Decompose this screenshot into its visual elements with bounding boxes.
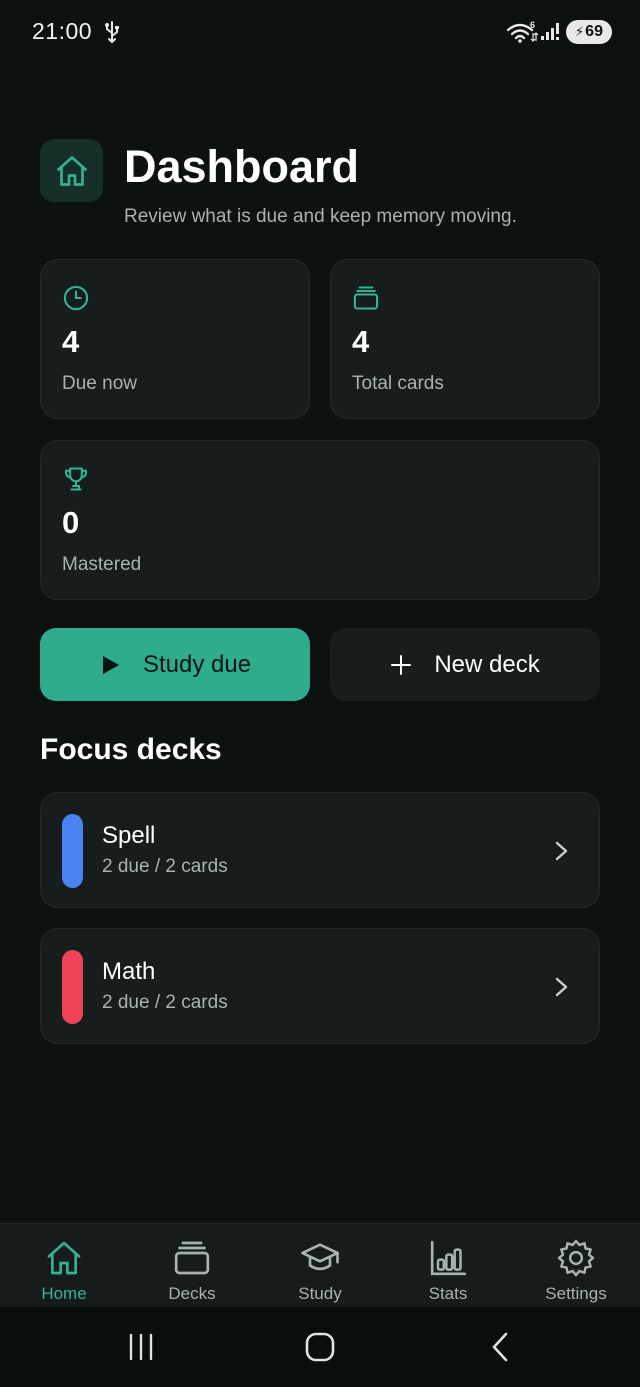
bar-chart-icon <box>430 1240 466 1276</box>
stat-label: Mastered <box>62 554 142 575</box>
stat-label: Total cards <box>352 373 444 394</box>
page-subtitle: Review what is due and keep memory movin… <box>124 206 517 227</box>
stat-value: 4 <box>62 324 80 359</box>
nav-item-home[interactable]: Home <box>0 1224 128 1308</box>
page-title: Dashboard <box>124 141 360 192</box>
back-icon[interactable] <box>475 1327 525 1367</box>
stat-value: 4 <box>352 324 370 359</box>
deck-row-spell[interactable]: Spell 2 due / 2 cards <box>40 792 600 908</box>
battery-level: 69 <box>585 23 603 40</box>
home-icon <box>47 1241 81 1275</box>
wifi-icon: 6 <box>506 20 538 43</box>
nav-label: Stats <box>428 1284 468 1303</box>
deck-name: Spell <box>102 822 156 849</box>
deck-meta: 2 due / 2 cards <box>102 856 228 877</box>
nav-item-stats[interactable]: Stats <box>384 1224 512 1308</box>
header-icon-box <box>40 139 103 202</box>
recent-apps-icon[interactable] <box>116 1327 166 1367</box>
new-deck-button[interactable]: New deck <box>330 628 600 701</box>
signal-icon <box>541 23 559 40</box>
nav-item-decks[interactable]: Decks <box>128 1224 256 1308</box>
stat-value: 0 <box>62 505 80 540</box>
app-screen: 21:00 6 ⚡ 69 Dashboard Review what is du… <box>0 0 640 1387</box>
usb-icon <box>105 21 119 43</box>
nav-label: Study <box>298 1284 342 1303</box>
play-icon <box>102 655 119 674</box>
plus-icon <box>391 654 412 675</box>
battery-icon: ⚡ 69 <box>566 20 612 44</box>
stat-card-due-now: 4 Due now <box>40 259 310 419</box>
status-bar: 21:00 6 ⚡ 69 <box>0 0 640 64</box>
nav-label: Home <box>41 1284 87 1303</box>
nav-item-settings[interactable]: Settings <box>512 1224 640 1308</box>
deck-meta: 2 due / 2 cards <box>102 992 228 1013</box>
deck-color-bar <box>62 814 83 888</box>
graduation-cap-icon <box>301 1243 339 1271</box>
stat-card-mastered: 0 Mastered <box>40 440 600 600</box>
bottom-nav: Home Decks Study Stats Settings <box>0 1223 640 1307</box>
status-time: 21:00 <box>32 18 93 44</box>
nav-item-study[interactable]: Study <box>256 1224 384 1308</box>
nav-label: Settings <box>545 1284 607 1303</box>
stat-card-total-cards: 4 Total cards <box>330 259 600 419</box>
study-due-button[interactable]: Study due <box>40 628 310 701</box>
section-title: Focus decks <box>40 733 222 766</box>
cards-icon <box>353 286 379 310</box>
deck-name: Math <box>102 958 156 985</box>
stat-label: Due now <box>62 373 137 394</box>
new-deck-label: New deck <box>434 650 540 678</box>
trophy-icon <box>65 467 87 491</box>
deck-color-bar <box>62 950 83 1024</box>
wifi-badge: 6 <box>530 20 535 30</box>
chevron-right-icon <box>555 977 568 997</box>
cards-icon <box>174 1241 210 1275</box>
home-button-icon[interactable] <box>295 1327 345 1367</box>
home-icon <box>56 155 87 186</box>
bolt-icon: ⚡ <box>575 24 585 39</box>
gear-icon <box>557 1239 595 1277</box>
clock-icon <box>63 285 89 311</box>
deck-row-math[interactable]: Math 2 due / 2 cards <box>40 928 600 1044</box>
chevron-right-icon <box>555 841 568 861</box>
study-due-label: Study due <box>142 650 252 678</box>
nav-label: Decks <box>168 1284 216 1303</box>
system-nav-bar <box>0 1307 640 1387</box>
